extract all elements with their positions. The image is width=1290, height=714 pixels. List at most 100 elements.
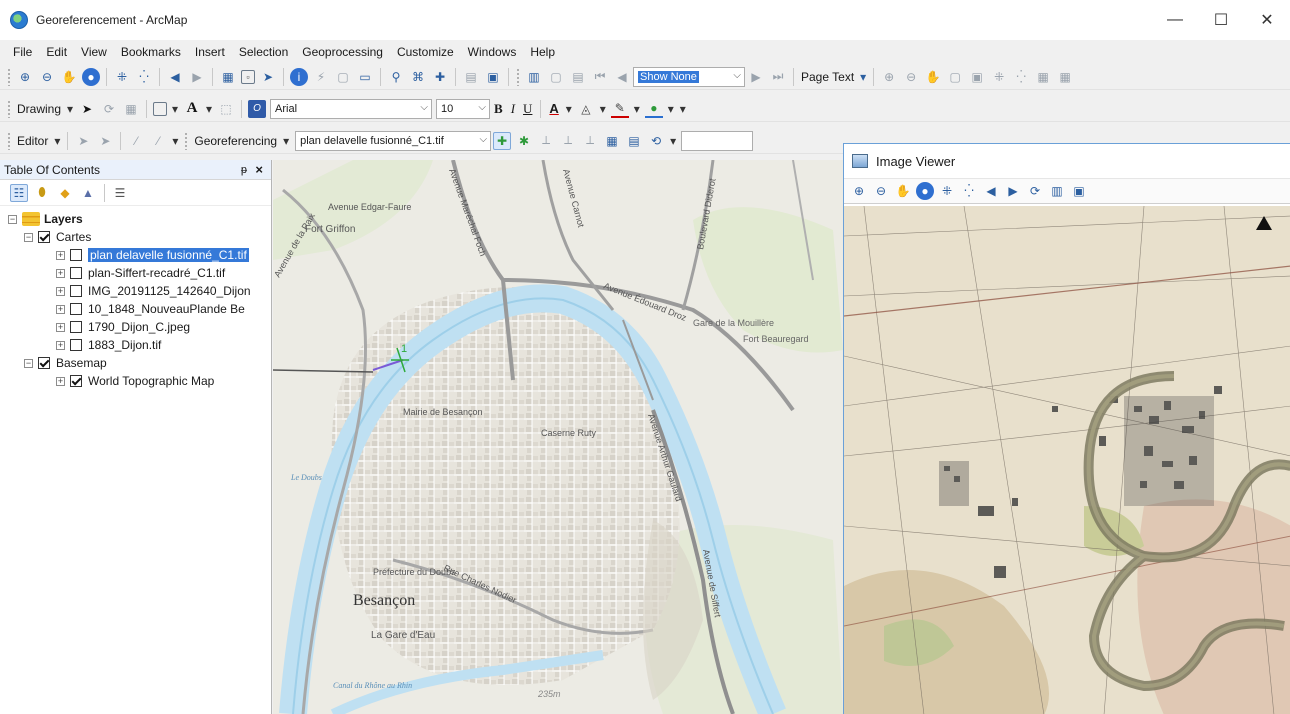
dropdown-arrow-icon[interactable]: ▾ <box>859 68 867 86</box>
layer-visibility-checkbox[interactable] <box>70 375 82 387</box>
page-icon[interactable]: ▢ <box>547 68 565 86</box>
next-page-icon[interactable]: ▶ <box>747 68 765 86</box>
georef-layer-dropdown[interactable]: plan delavelle fusionné_C1.tif ⌵ <box>295 130 492 151</box>
expand-icon[interactable]: + <box>56 250 65 260</box>
list-by-selection-icon[interactable]: ▲ <box>79 184 97 202</box>
pin-icon[interactable]: ᵽ <box>241 164 247 176</box>
fixed-zoom-out-icon[interactable]: ⁛ <box>135 68 153 86</box>
forward-arrow-icon[interactable]: ▶ <box>188 68 206 86</box>
image-viewer-window[interactable]: Image Viewer ⊕ ⊖ ✋ ● ⁜ ⁛ ◀ ▶ ⟳ ▥ ▣ <box>843 143 1290 714</box>
page-text-menu[interactable]: Page Text <box>798 70 857 84</box>
font-color-button[interactable]: A <box>545 101 562 116</box>
image-viewer-title-bar[interactable]: Image Viewer <box>844 144 1290 178</box>
rotate-icon[interactable]: ⟳ <box>100 100 118 118</box>
layout-fixed-zoom-in-icon[interactable]: ⁜ <box>990 68 1008 86</box>
tree-root-layers[interactable]: − Layers <box>0 210 271 228</box>
zoom-100-icon[interactable]: ▣ <box>968 68 986 86</box>
expand-icon[interactable]: + <box>56 268 65 278</box>
go-to-xy-icon[interactable]: ✚ <box>431 68 449 86</box>
layer-visibility-checkbox[interactable] <box>70 267 82 279</box>
view-link-table-icon[interactable]: ▦ <box>603 132 621 150</box>
layout-zoom-out-icon[interactable]: ⊖ <box>902 68 920 86</box>
fixed-zoom-in-icon[interactable]: ⁜ <box>938 182 956 200</box>
tree-layer-item[interactable]: + plan-Siffert-recadré_C1.tif <box>0 264 271 282</box>
viewer-icon[interactable]: ▤ <box>625 132 643 150</box>
list-by-drawing-order-icon[interactable]: ☷ <box>10 183 28 202</box>
historic-map-image[interactable] <box>844 206 1290 714</box>
rotate-menu-icon[interactable]: ⟲ <box>647 132 665 150</box>
link-viewer-icon[interactable]: ▥ <box>1048 182 1066 200</box>
menu-view[interactable]: View <box>74 41 114 63</box>
layout-zoom-in-icon[interactable]: ⊕ <box>880 68 898 86</box>
menu-file[interactable]: File <box>6 41 39 63</box>
back-arrow-icon[interactable]: ◀ <box>982 182 1000 200</box>
create-viewer-window-icon[interactable]: ▣ <box>484 68 502 86</box>
drawing-menu[interactable]: Drawing <box>14 102 64 116</box>
toolbar-options-icon[interactable]: ▾ <box>171 132 179 150</box>
tree-layer-item[interactable]: + 10_1848_NouveauPlande Be <box>0 300 271 318</box>
options-icon[interactable]: ☰ <box>111 184 129 202</box>
fixed-zoom-out-icon[interactable]: ⁛ <box>960 182 978 200</box>
forward-arrow-icon[interactable]: ▶ <box>1004 182 1022 200</box>
find-route-icon[interactable]: ⌘ <box>409 68 427 86</box>
shift-raster-icon[interactable]: ⟂ <box>559 132 577 150</box>
pan-hand-icon[interactable]: ✋ <box>60 68 78 86</box>
pan-hand-icon[interactable]: ✋ <box>894 182 912 200</box>
rectangle-tool-icon[interactable] <box>153 101 168 116</box>
expand-icon[interactable]: + <box>56 322 65 332</box>
menu-geoprocessing[interactable]: Geoprocessing <box>295 41 390 63</box>
scale-raster-icon[interactable]: ⟂ <box>581 132 599 150</box>
page-layout-icon[interactable]: ▤ <box>569 68 587 86</box>
add-control-points-icon[interactable]: ✚ <box>493 131 512 150</box>
layer-visibility-checkbox[interactable] <box>70 339 82 351</box>
layout-extent-2-icon[interactable]: ▦ <box>1056 68 1074 86</box>
close-icon[interactable]: × <box>255 162 263 177</box>
zoom-out-icon[interactable]: ⊖ <box>38 68 56 86</box>
layout-extent-icon[interactable]: ▦ <box>1034 68 1052 86</box>
tree-group-cartes[interactable]: − Cartes <box>0 228 271 246</box>
text-tool-icon[interactable]: A <box>183 100 201 118</box>
tree-group-basemap[interactable]: − Basemap <box>0 354 271 372</box>
font-size-dropdown[interactable]: 10 ⌵ <box>436 98 491 119</box>
data-driven-pages-icon[interactable]: ▥ <box>525 68 543 86</box>
minimize-button[interactable]: — <box>1152 0 1198 40</box>
menu-insert[interactable]: Insert <box>188 41 232 63</box>
layer-visibility-checkbox[interactable] <box>70 249 82 261</box>
font-name-dropdown[interactable]: Arial ⌵ <box>270 98 433 119</box>
zoom-whole-page-icon[interactable]: ▢ <box>946 68 964 86</box>
toolbar-options-icon[interactable]: ▾ <box>679 100 687 118</box>
zoom-to-selected-elements-icon[interactable]: ▦ <box>122 100 140 118</box>
layer-visibility-checkbox[interactable] <box>70 303 82 315</box>
tree-layer-item[interactable]: + 1790_Dijon_C.jpeg <box>0 318 271 336</box>
menu-edit[interactable]: Edit <box>39 41 74 63</box>
viewer-options-icon[interactable]: ▣ <box>1070 182 1088 200</box>
dropdown-arrow-icon[interactable]: ▾ <box>667 100 675 118</box>
dropdown-arrow-icon[interactable]: ▾ <box>669 132 677 150</box>
marker-color-icon[interactable]: ● <box>644 100 663 118</box>
menu-help[interactable]: Help <box>523 41 562 63</box>
italic-button[interactable]: I <box>507 101 519 117</box>
page-dropdown[interactable]: Show None ⌵ <box>633 66 745 87</box>
rotate-raster-icon[interactable]: ⟂ <box>537 132 555 150</box>
measure-icon[interactable]: ▭ <box>356 68 374 86</box>
tree-layer-item[interactable]: + plan delavelle fusionné_C1.tif <box>0 246 271 264</box>
layer-visibility-checkbox[interactable] <box>70 321 82 333</box>
layer-visibility-checkbox[interactable] <box>38 231 50 243</box>
georeferencing-menu[interactable]: Georeferencing <box>191 134 280 148</box>
edit-annotation-icon[interactable]: ➤ <box>96 132 114 150</box>
dropdown-arrow-icon[interactable]: ▾ <box>53 132 61 150</box>
menu-selection[interactable]: Selection <box>232 41 295 63</box>
map-canvas[interactable]: 1 Besançon Fort Griffon Avenue Edgar-Fau… <box>273 160 843 714</box>
zoom-out-icon[interactable]: ⊖ <box>872 182 890 200</box>
dropdown-arrow-icon[interactable]: ▾ <box>565 100 573 118</box>
dropdown-arrow-icon[interactable]: ▾ <box>633 100 641 118</box>
html-popup-icon[interactable]: ▢ <box>334 68 352 86</box>
identify-icon[interactable]: i <box>290 67 308 86</box>
layout-pan-icon[interactable]: ✋ <box>924 68 942 86</box>
collapse-icon[interactable]: − <box>8 214 17 224</box>
menu-bookmarks[interactable]: Bookmarks <box>114 41 188 63</box>
edit-vertices-icon[interactable]: ⬚ <box>217 100 235 118</box>
tree-layer-item[interactable]: + 1883_Dijon.tif <box>0 336 271 354</box>
rotation-angle-input[interactable] <box>681 130 754 151</box>
select-elements-icon[interactable]: ➤ <box>78 100 96 118</box>
